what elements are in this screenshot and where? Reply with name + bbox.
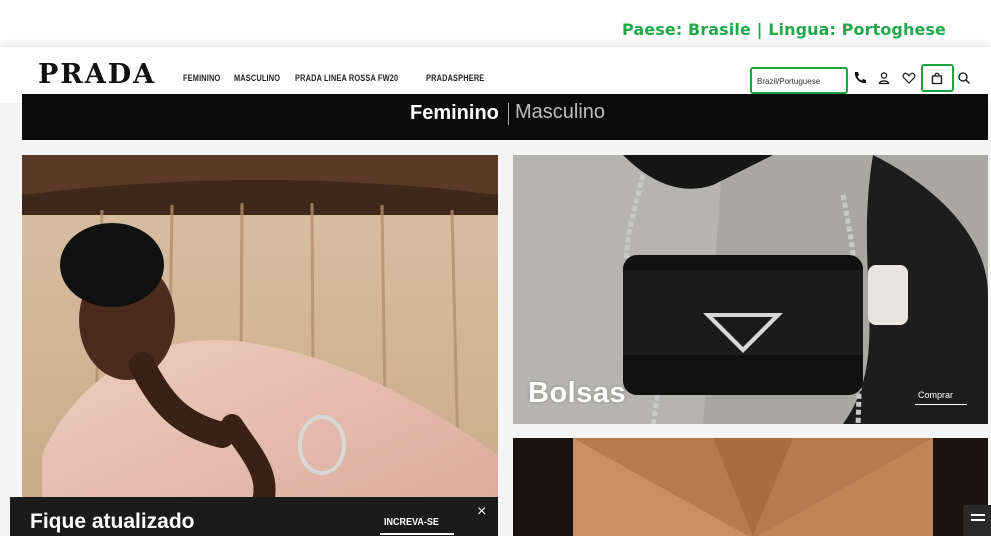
hero-image-model[interactable] [22, 155, 498, 536]
main-nav: FEMININO MASCULINO PRADA LINEA ROSSA FW2… [183, 73, 497, 83]
brand-logo[interactable]: PRADA [38, 59, 156, 90]
newsletter-title: Fique atualizado [30, 510, 195, 533]
screenshot-stage: Paese: Brasile | Lingua: Portoghese PRAD… [0, 0, 991, 536]
nav-item-feminino[interactable]: FEMININO [183, 73, 220, 83]
coat-tile-image[interactable] [513, 438, 988, 536]
category-separator [508, 103, 509, 125]
region-highlight-box [750, 67, 848, 94]
close-icon[interactable]: × [477, 503, 486, 521]
menu-toggle-icon[interactable] [963, 505, 991, 536]
bags-shop-underline [915, 404, 967, 405]
nav-item-linea-rossa[interactable]: PRADA LINEA ROSSA FW20 [295, 73, 398, 83]
nav-item-masculino[interactable]: MASCULINO [234, 73, 280, 83]
bags-tile-label[interactable]: Bolsas [528, 377, 626, 410]
wishlist-heart-icon[interactable] [902, 71, 916, 85]
newsletter-subscribe-button[interactable]: INCREVA-SE [384, 517, 439, 528]
bags-shop-link[interactable]: Comprar [918, 390, 953, 400]
category-feminino[interactable]: Feminino [410, 102, 499, 125]
phone-icon[interactable] [853, 71, 867, 85]
annotation-caption: Paese: Brasile | Lingua: Portoghese [622, 20, 946, 39]
newsletter-button-underline [380, 533, 454, 535]
bag-highlight-box [921, 64, 954, 92]
category-masculino[interactable]: Masculino [515, 101, 605, 124]
gender-category-bar [22, 94, 988, 140]
account-icon[interactable] [877, 71, 891, 85]
search-icon[interactable] [957, 71, 971, 85]
nav-item-pradasphere[interactable]: PRADASPHERE [426, 73, 484, 83]
